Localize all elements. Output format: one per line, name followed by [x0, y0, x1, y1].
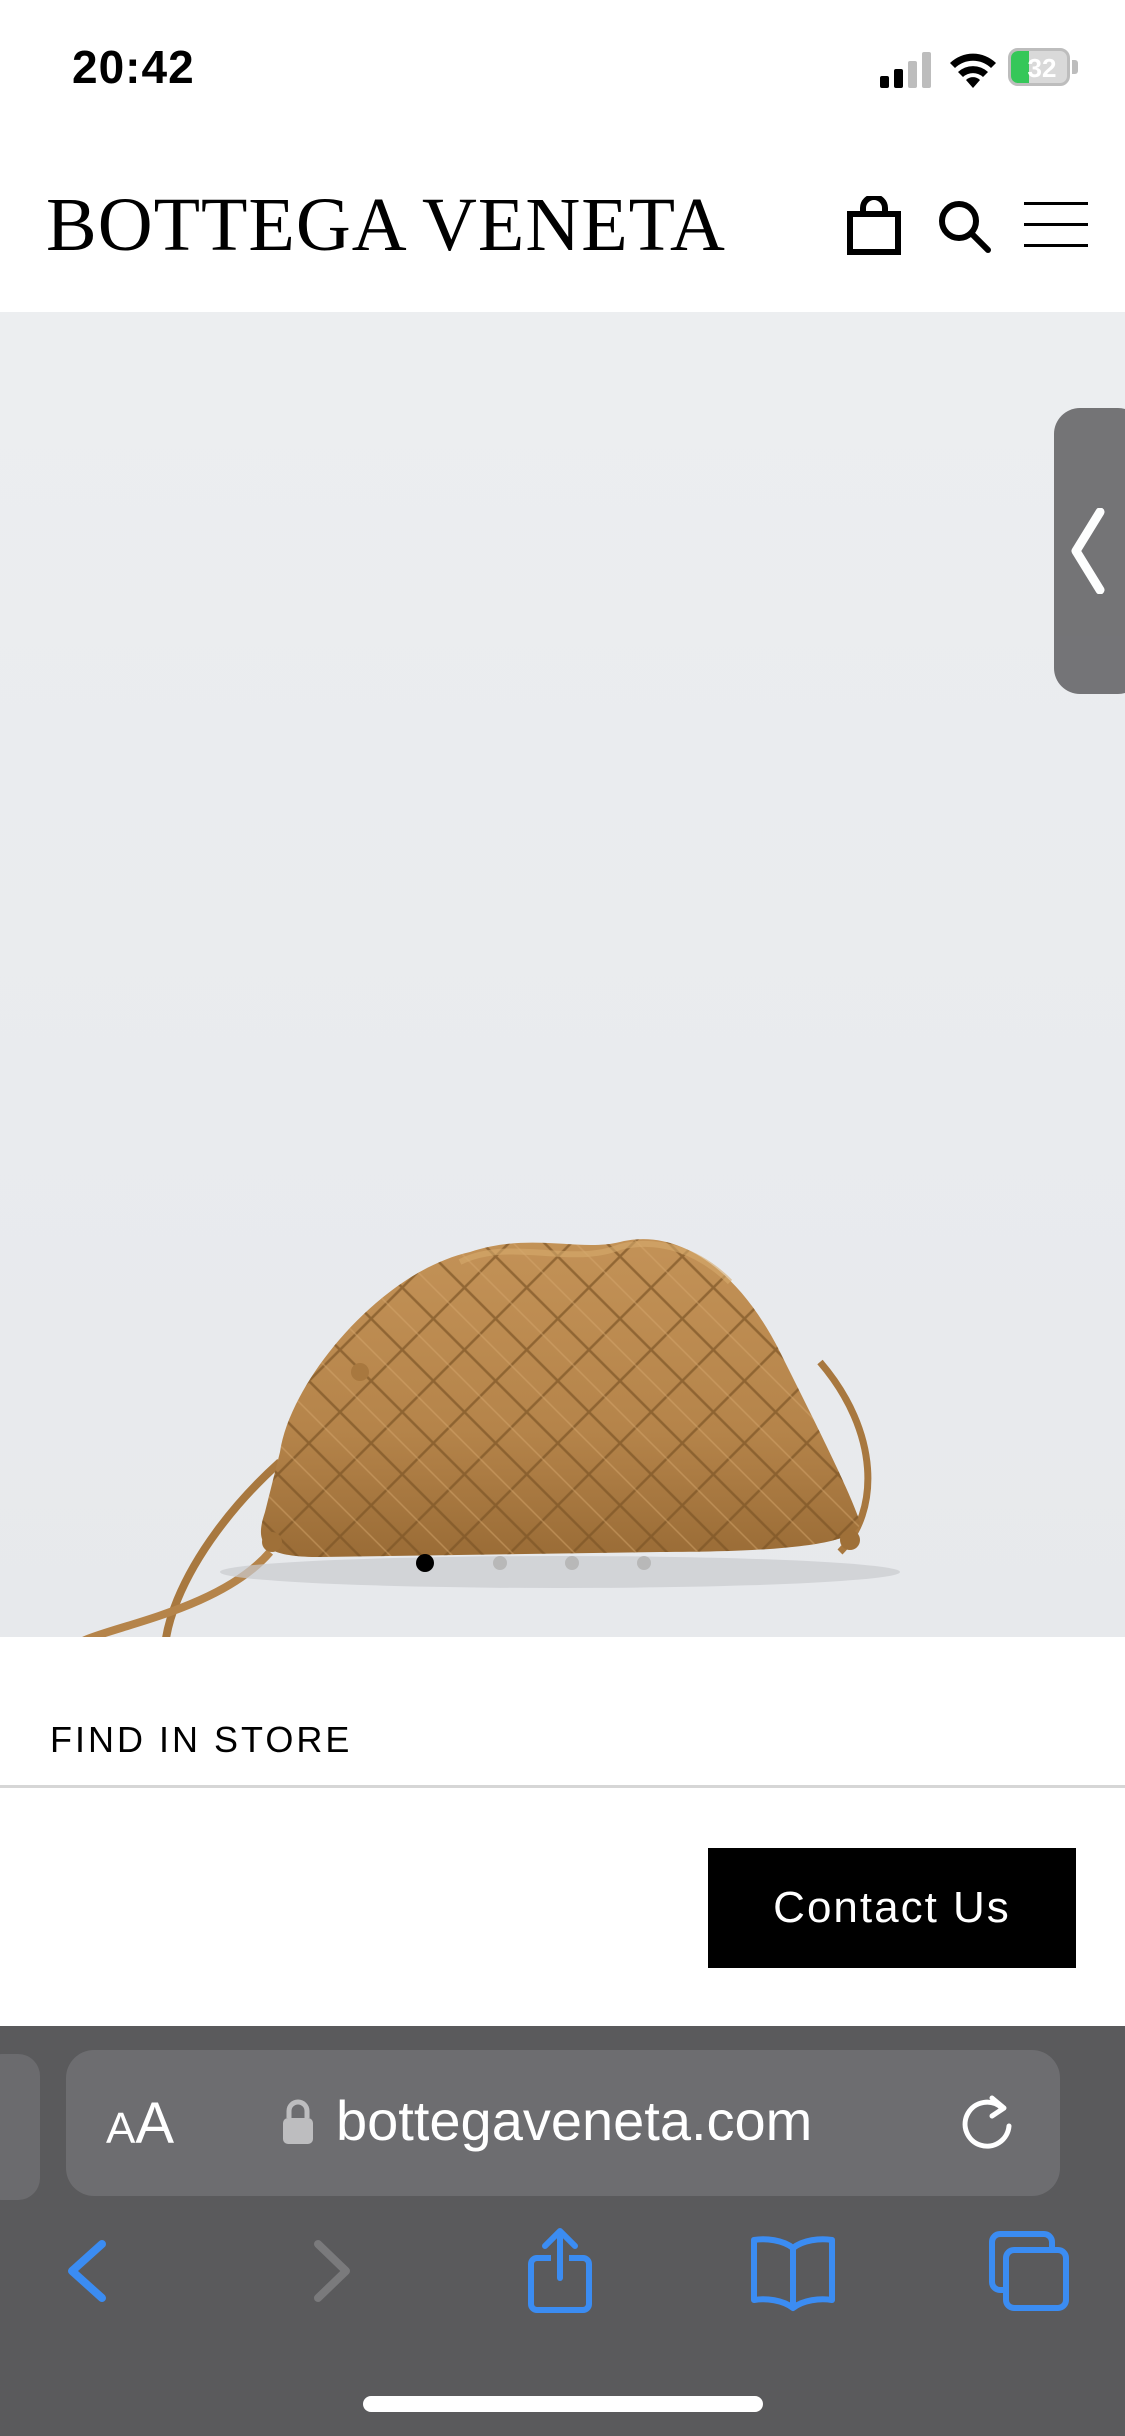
wifi-icon: [950, 53, 996, 88]
back-icon[interactable]: [44, 2226, 134, 2316]
menu-icon[interactable]: [1024, 200, 1088, 250]
pagination-dot[interactable]: [565, 1556, 579, 1570]
lock-icon: [283, 2099, 313, 2144]
browser-toolbar: [0, 2226, 1125, 2366]
search-icon[interactable]: [936, 198, 992, 254]
url-text[interactable]: bottegaveneta.com: [336, 2088, 812, 2153]
reload-icon[interactable]: [958, 2094, 1016, 2152]
pagination-dot[interactable]: [637, 1556, 651, 1570]
bag-icon[interactable]: [846, 196, 902, 256]
home-indicator: [363, 2396, 763, 2412]
tabs-icon[interactable]: [984, 2226, 1074, 2316]
pagination-dot[interactable]: [493, 1556, 507, 1570]
chevron-left-icon: [1071, 508, 1105, 594]
battery-percent: 32: [1027, 53, 1057, 83]
find-in-store-section[interactable]: FIND IN STORE: [0, 1637, 1125, 1787]
text-size-small-a: A: [106, 2104, 136, 2153]
side-panel-handle[interactable]: [1054, 408, 1125, 694]
browser-bottom-bar: AA bottegaveneta.com: [0, 2026, 1125, 2436]
text-size-button[interactable]: AA: [106, 2090, 174, 2157]
text-size-large-a: A: [135, 2091, 175, 2156]
site-header: BOTTEGA VENETA: [0, 140, 1125, 312]
bookmarks-icon[interactable]: [748, 2226, 838, 2316]
forward-icon[interactable]: [284, 2226, 374, 2316]
status-time: 20:42: [72, 41, 195, 93]
contact-section: Contact Us: [0, 1788, 1125, 2026]
pagination-dot[interactable]: [416, 1554, 434, 1572]
share-icon[interactable]: [515, 2226, 605, 2316]
contact-us-button[interactable]: Contact Us: [708, 1848, 1076, 1968]
address-bar[interactable]: AA bottegaveneta.com: [66, 2050, 1060, 2196]
product-gallery[interactable]: [0, 312, 1125, 1637]
battery-icon: 32: [1008, 48, 1080, 88]
brand-logo[interactable]: BOTTEGA VENETA: [46, 182, 726, 269]
signal-icon: [880, 52, 931, 88]
status-bar: 20:42 32: [0, 0, 1125, 140]
find-in-store-label[interactable]: FIND IN STORE: [50, 1719, 352, 1761]
previous-tab-edge[interactable]: [0, 2054, 40, 2200]
gallery-pagination: [0, 1554, 1125, 1586]
